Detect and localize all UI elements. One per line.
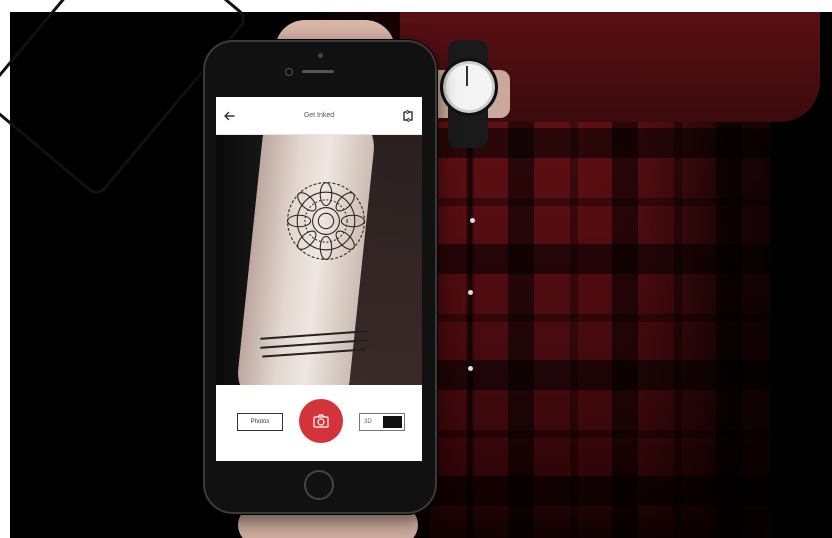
earpiece-speaker [302, 70, 334, 73]
photos-button[interactable]: Photos [237, 413, 283, 431]
home-button[interactable] [304, 470, 334, 500]
camera-icon [313, 414, 329, 428]
wristwatch-face [440, 58, 498, 116]
shirt-button [470, 218, 475, 223]
arrow-left-icon[interactable] [222, 109, 236, 123]
toggle-switch [383, 416, 402, 428]
camera-controls: Photos 3D [216, 385, 422, 461]
shutter-button[interactable] [299, 399, 343, 443]
3d-mode-toggle[interactable]: 3D [359, 413, 405, 431]
app-screen: Get Inked Photos 3D [216, 97, 422, 461]
smartphone: Get Inked Photos 3D [203, 40, 437, 514]
camera-viewfinder[interactable] [216, 135, 422, 385]
front-camera [318, 53, 323, 58]
shirt-button [468, 290, 473, 295]
shirt-button [468, 366, 473, 371]
watch-hand [466, 66, 468, 86]
app-header: Get Inked [216, 97, 422, 135]
camera-flip-icon[interactable] [401, 108, 415, 124]
proximity-sensor [285, 68, 293, 76]
mandala-tattoo [287, 182, 365, 260]
3d-mode-label: 3D [364, 419, 372, 425]
app-title: Get Inked [303, 112, 335, 119]
